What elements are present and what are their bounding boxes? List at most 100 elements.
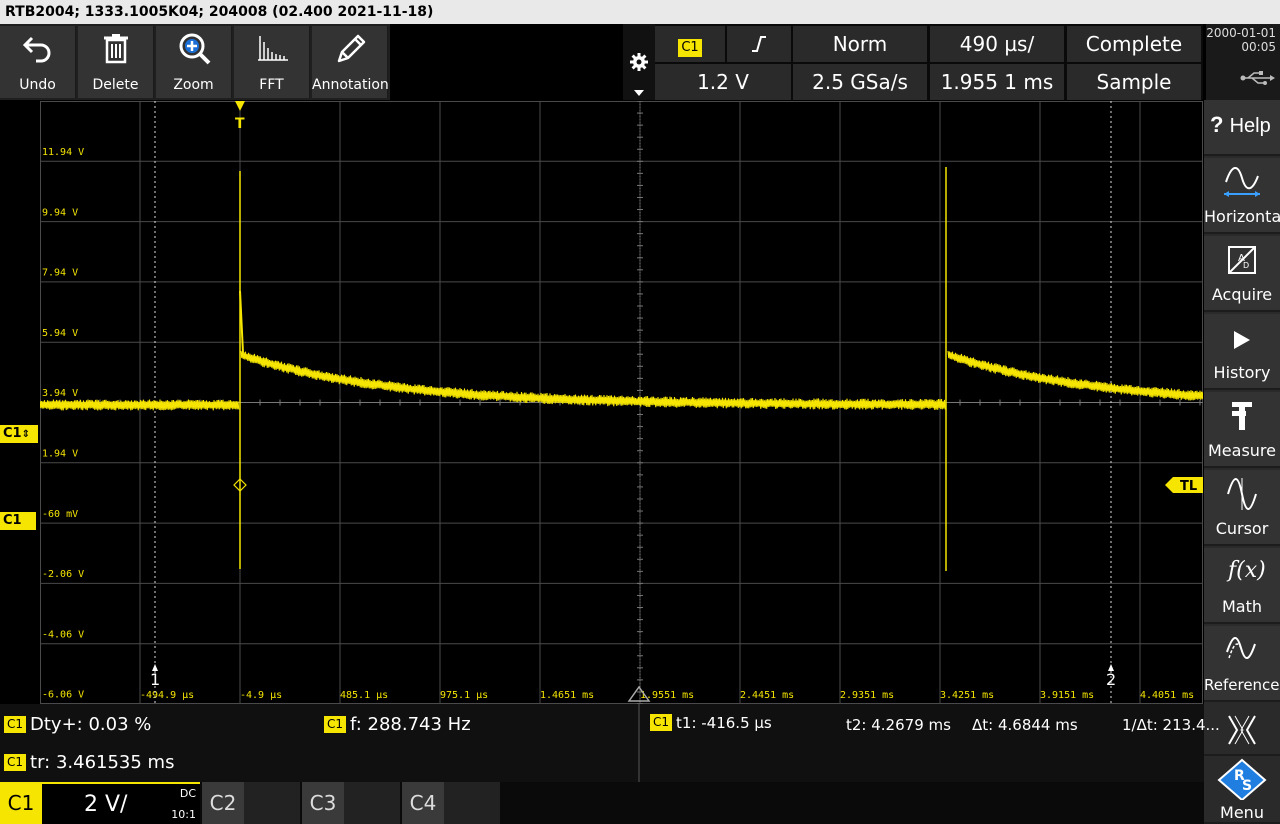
menu-button[interactable]: RS Menu <box>1204 758 1280 824</box>
y-axis-label: 3.94 V <box>42 388 78 399</box>
acquire-button[interactable]: AD Acquire <box>1204 236 1280 312</box>
frequency-readout[interactable]: C1 f: 288.743 Hz <box>324 714 471 735</box>
fft-icon <box>258 36 288 61</box>
horizontal-label: Horizontal <box>1204 207 1280 226</box>
x-axis-label: 4.4051 ms <box>1140 690 1194 701</box>
c4-settings[interactable] <box>444 782 500 824</box>
horizontal-button[interactable]: Horizontal <box>1204 158 1280 234</box>
x-axis-label: 3.9151 ms <box>1040 690 1094 701</box>
annotation-label: Annotation <box>312 77 389 93</box>
measure-icon <box>1232 402 1252 430</box>
trigger-mode-cell[interactable]: Norm <box>793 26 927 62</box>
measure-label: Measure <box>1208 441 1276 460</box>
y-axis-label: -6.06 V <box>42 690 84 701</box>
help-icon: ? <box>1210 112 1224 137</box>
settings-button[interactable] <box>623 24 655 100</box>
rise-time-readout[interactable]: C1 tr: 3.461535 ms <box>4 752 174 773</box>
svg-text:D: D <box>1243 261 1249 270</box>
time-label: 00:05 <box>1241 40 1276 54</box>
time-position-cell[interactable]: 1.955 1 ms <box>930 64 1064 100</box>
help-label: Help <box>1229 115 1271 137</box>
toolbar: Undo Delete Zoom FFT Annotation <box>0 24 390 100</box>
help-button[interactable]: ? Help <box>1204 100 1280 156</box>
rs-logo-icon: RS <box>1217 758 1267 800</box>
c3-settings[interactable] <box>344 782 400 824</box>
trace-segment <box>40 399 240 411</box>
x-axis-labels: -494.9 µs -4.9 µs 485.1 µs 975.1 µs 1.4651 m… <box>140 690 1194 701</box>
trigger-source-badge: C1 <box>678 39 702 57</box>
trace-segment <box>947 350 1203 401</box>
trigger-position-label: T <box>235 116 245 132</box>
measure-button[interactable]: Measure <box>1204 392 1280 468</box>
undo-button[interactable]: Undo <box>0 26 76 98</box>
x-axis-label: 975.1 µs <box>440 690 488 701</box>
trigger-edge-cell[interactable] <box>727 26 791 62</box>
undo-label: Undo <box>19 77 56 93</box>
chevron-down-icon <box>634 90 644 96</box>
horizontal-icon <box>1224 167 1260 197</box>
c1-settings[interactable]: 2 V/ DC 10:1 <box>42 782 200 824</box>
svg-text:S: S <box>1242 778 1252 794</box>
delete-label: Delete <box>92 77 139 93</box>
x-axis-label: 2.9351 ms <box>840 690 894 701</box>
c1-offset-marker[interactable]: C1⇕ <box>0 425 38 443</box>
c1-ground-marker[interactable]: C1 <box>0 512 36 530</box>
channel-1-trace <box>40 167 1203 571</box>
x-axis-label: -494.9 µs <box>140 690 194 701</box>
c1-scale: 2 V/ <box>84 792 128 817</box>
rising-edge-icon <box>752 36 766 52</box>
x-axis-label: 3.4251 ms <box>940 690 994 701</box>
c2-tab[interactable]: C2 <box>202 782 244 824</box>
y-axis-labels: 11.94 V 9.94 V 7.94 V 5.94 V 3.94 V 1.94 V -60… <box>42 147 84 701</box>
y-axis-label: 7.94 V <box>42 268 78 279</box>
cursor-delta-readout: Δt: 4.6844 ms <box>972 716 1078 734</box>
c2-settings[interactable] <box>244 782 300 824</box>
gear-icon <box>630 53 648 71</box>
c4-tab[interactable]: C4 <box>402 782 444 824</box>
channel-bar: C1 2 V/ DC 10:1 C2 C3 C4 <box>0 782 1204 824</box>
references-button[interactable]: References <box>1204 626 1280 702</box>
acq-state-cell[interactable]: Complete <box>1067 26 1201 62</box>
y-axis-label: -4.06 V <box>42 629 84 640</box>
math-button[interactable]: f(x) Math <box>1204 548 1280 624</box>
zoom-button[interactable]: Zoom <box>156 26 232 98</box>
c1-coupling: DC <box>179 787 196 800</box>
play-icon <box>1234 331 1250 349</box>
history-button[interactable]: History <box>1204 314 1280 390</box>
cursor-label-2: 2 <box>1106 670 1116 689</box>
waveform-display[interactable]: 11.94 V 9.94 V 7.94 V 5.94 V 3.94 V 1.94 V -60… <box>40 101 1203 704</box>
acquire-icon: AD <box>1228 246 1256 274</box>
pencil-icon <box>337 34 366 63</box>
measurement-bar: C1 Dty+: 0.03 % C1 f: 288.743 Hz C1 tr: 3.4… <box>0 704 1220 782</box>
math-label: Math <box>1221 597 1263 616</box>
annotation-button[interactable]: Annotation <box>312 26 389 98</box>
duty-cycle-readout[interactable]: C1 Dty+: 0.03 % <box>4 714 151 735</box>
c3-tab[interactable]: C3 <box>302 782 344 824</box>
cursor-button[interactable]: Cursor <box>1204 470 1280 546</box>
trigger-level-cell[interactable]: 1.2 V <box>655 64 791 100</box>
sample-rate-cell[interactable]: 2.5 GSa/s <box>793 64 927 100</box>
undo-icon <box>22 36 51 63</box>
delete-button[interactable]: Delete <box>78 26 154 98</box>
acq-mode-cell[interactable]: Sample <box>1067 64 1201 100</box>
trash-icon <box>104 34 128 64</box>
cursor-t1-readout[interactable]: C1 t1: -416.5 µs <box>650 714 772 732</box>
math-icon: f(x) <box>1228 558 1266 583</box>
y-axis-label: 1.94 V <box>42 449 78 460</box>
c1-probe-ratio: 10:1 <box>171 808 196 821</box>
cursor-label-1: 1 <box>150 670 160 689</box>
time-scale-cell[interactable]: 490 µs/ <box>930 26 1064 62</box>
references-label: References <box>1204 676 1280 694</box>
measurement-divider <box>638 704 640 782</box>
c1-tab[interactable]: C1 <box>0 782 42 824</box>
history-label: History <box>1213 363 1271 382</box>
trigger-level-label: TL <box>1180 479 1197 494</box>
title-bar: RTB2004; 1333.1005K04; 204008 (02.400 20… <box>0 0 1280 24</box>
cursor-inverse-delta-readout: 1/Δt: 213.4... <box>1122 716 1220 734</box>
fft-button[interactable]: FFT <box>234 26 310 98</box>
x-axis-label: 485.1 µs <box>340 690 388 701</box>
trigger-source-cell[interactable]: C1 <box>655 26 725 62</box>
acquire-label: Acquire <box>1211 285 1273 304</box>
y-axis-label: -2.06 V <box>42 569 84 580</box>
cursor-icon <box>1227 478 1257 510</box>
